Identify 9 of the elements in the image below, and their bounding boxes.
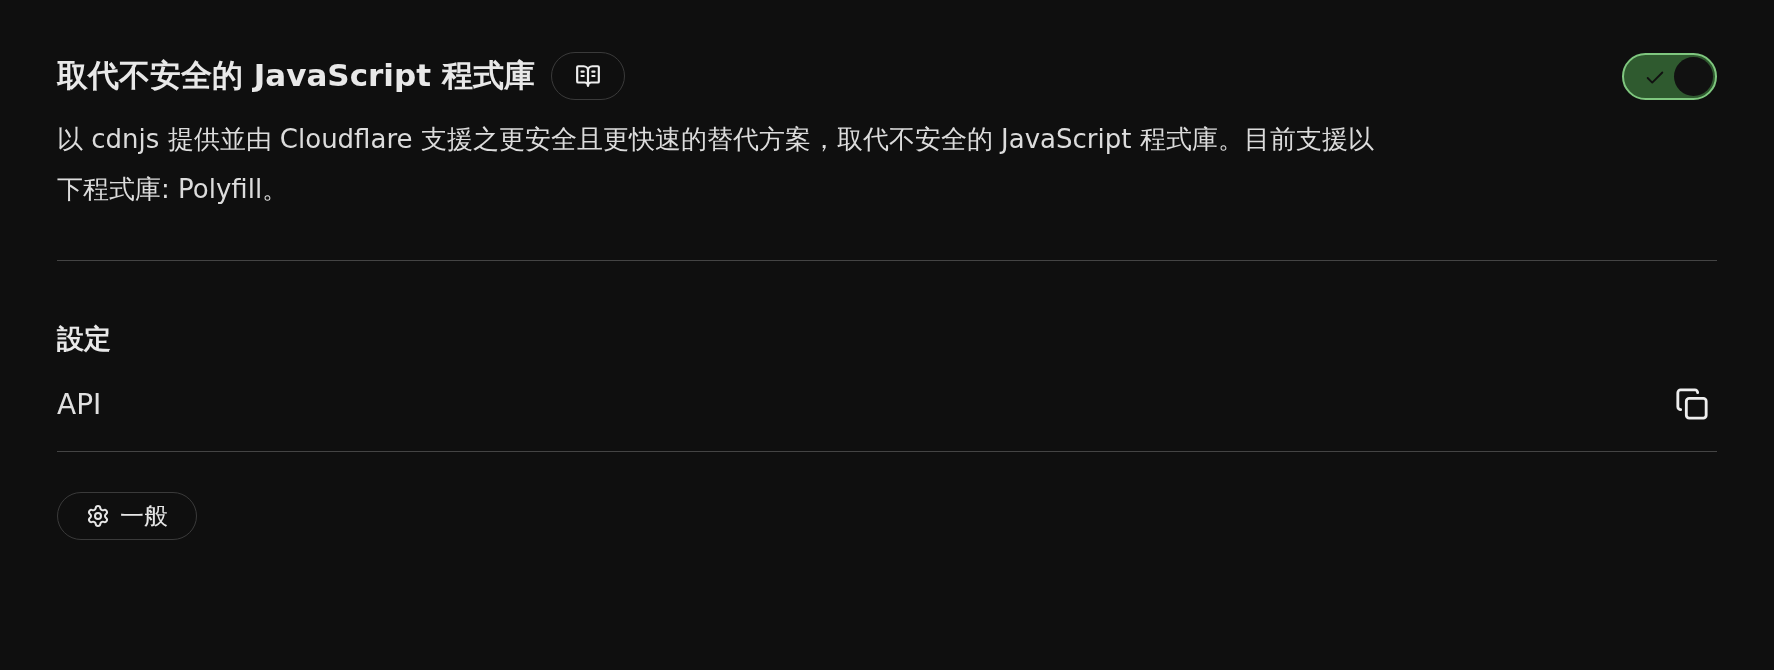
setting-label: API xyxy=(57,387,102,421)
toggle-switch[interactable] xyxy=(1622,52,1717,100)
book-icon xyxy=(574,63,601,89)
description-text: 以 cdnjs 提供並由 Cloudflare 支援之更安全且更快速的替代方案，取代不安全的 JavaScript 程式庫。目前支援以下程式庫: Polyfill。 xyxy=(57,123,1375,206)
copy-button[interactable] xyxy=(1675,387,1709,421)
settings-heading: 設定 xyxy=(57,322,112,356)
section-title: 取代不安全的 JavaScript 程式庫 xyxy=(57,56,535,95)
settings-icon xyxy=(86,504,110,528)
copy-icon xyxy=(1675,387,1709,421)
